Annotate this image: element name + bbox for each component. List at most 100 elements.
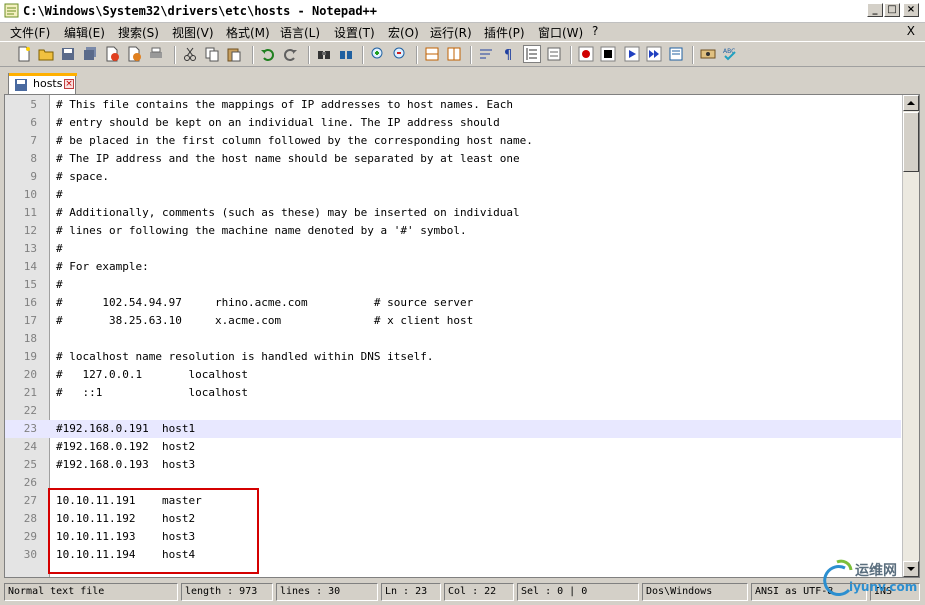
- find-icon[interactable]: [316, 46, 332, 62]
- close-button[interactable]: ×: [903, 3, 919, 17]
- editor-line[interactable]: 28 10.10.11.192 host2: [5, 510, 901, 528]
- tab-close-icon[interactable]: ×: [64, 79, 74, 89]
- line-number: 6: [30, 116, 37, 129]
- menu-view[interactable]: 视图(V): [172, 24, 214, 41]
- cut-icon[interactable]: [182, 46, 198, 62]
- line-text: # This file contains the mappings of IP …: [56, 98, 513, 111]
- user-lang-icon[interactable]: [546, 46, 562, 62]
- menu-search[interactable]: 搜索(S): [118, 24, 159, 41]
- paste-icon[interactable]: [226, 46, 242, 62]
- editor-line[interactable]: 8 # The IP address and the host name shou…: [5, 150, 901, 168]
- menu-file[interactable]: 文件(F): [10, 24, 50, 41]
- undo-icon[interactable]: [260, 46, 276, 62]
- editor-line[interactable]: 27 10.10.11.191 master: [5, 492, 901, 510]
- copy-icon[interactable]: [204, 46, 220, 62]
- editor-line[interactable]: 7 # be placed in the first column followe…: [5, 132, 901, 150]
- minimize-button[interactable]: _: [867, 3, 883, 17]
- menu-run[interactable]: 运行(R): [430, 24, 472, 41]
- play-macro-icon[interactable]: [624, 46, 640, 62]
- editor-area[interactable]: 5 # This file contains the mappings of IP…: [4, 94, 920, 578]
- menu-help[interactable]: ?: [592, 24, 598, 38]
- menu-macro[interactable]: 宏(O): [388, 24, 419, 41]
- watermark: 运维网 iyunv.com: [815, 558, 919, 602]
- line-number: 21: [23, 386, 37, 399]
- line-text: #192.168.0.193 host3: [56, 458, 196, 471]
- save-icon[interactable]: [60, 46, 76, 62]
- editor-line[interactable]: 12 # lines or following the machine name …: [5, 222, 901, 240]
- sync-vertical-icon[interactable]: [424, 46, 440, 62]
- open-file-icon[interactable]: [38, 46, 54, 62]
- vertical-scrollbar[interactable]: [902, 95, 919, 577]
- editor-line[interactable]: 20 # 127.0.0.1 localhost: [5, 366, 901, 384]
- line-number: 12: [23, 224, 37, 237]
- line-number: 5: [30, 98, 37, 111]
- editor-line[interactable]: 15 #: [5, 276, 901, 294]
- line-text: # 102.54.94.97 rhino.acme.com # source s…: [56, 296, 474, 309]
- menu-close-document[interactable]: X: [907, 24, 915, 38]
- zoom-out-icon[interactable]: [392, 46, 408, 62]
- replace-icon[interactable]: [338, 46, 354, 62]
- line-number: 13: [23, 242, 37, 255]
- redo-icon[interactable]: [282, 46, 298, 62]
- tab-hosts[interactable]: hosts ×: [8, 73, 77, 94]
- editor-line[interactable]: 14 # For example:: [5, 258, 901, 276]
- scroll-thumb[interactable]: [903, 112, 919, 172]
- line-number: 17: [23, 314, 37, 327]
- new-file-icon[interactable]: [16, 46, 32, 62]
- scroll-up-button[interactable]: [903, 95, 919, 111]
- menu-edit[interactable]: 编辑(E): [64, 24, 105, 41]
- line-text: # space.: [56, 170, 109, 183]
- show-all-chars-icon[interactable]: ¶: [500, 46, 516, 62]
- save-all-icon[interactable]: [82, 46, 98, 62]
- editor-line[interactable]: 21 # ::1 localhost: [5, 384, 901, 402]
- menu-plugins[interactable]: 插件(P): [484, 24, 525, 41]
- editor-line[interactable]: 11 # Additionally, comments (such as thes…: [5, 204, 901, 222]
- editor-line[interactable]: 24 #192.168.0.192 host2: [5, 438, 901, 456]
- close-all-icon[interactable]: [126, 46, 142, 62]
- editor-line[interactable]: 29 10.10.11.193 host3: [5, 528, 901, 546]
- editor-line[interactable]: 19 # localhost name resolution is handled…: [5, 348, 901, 366]
- line-number: 29: [23, 530, 37, 543]
- tab-bar: hosts ×: [0, 68, 925, 94]
- menu-settings[interactable]: 设置(T): [334, 24, 375, 41]
- watermark-text-en: iyunv.com: [849, 580, 918, 594]
- indent-guide-icon[interactable]: [523, 45, 541, 63]
- record-macro-icon[interactable]: [578, 46, 594, 62]
- editor-line[interactable]: 13 #: [5, 240, 901, 258]
- editor-line[interactable]: 16 # 102.54.94.97 rhino.acme.com # source…: [5, 294, 901, 312]
- editor-line[interactable]: 18: [5, 330, 901, 348]
- editor-line[interactable]: 6 # entry should be kept on an individual…: [5, 114, 901, 132]
- line-number: 8: [30, 152, 37, 165]
- menu-format[interactable]: 格式(M): [226, 24, 270, 41]
- status-ln: Ln : 23: [381, 583, 441, 601]
- editor-line[interactable]: 30 10.10.11.194 host4: [5, 546, 901, 564]
- sync-horizontal-icon[interactable]: [446, 46, 462, 62]
- menu-window[interactable]: 窗口(W): [538, 24, 583, 41]
- close-icon[interactable]: [104, 46, 120, 62]
- spell-check-icon[interactable]: ABC: [722, 46, 738, 62]
- line-number: 28: [23, 512, 37, 525]
- line-text: # entry should be kept on an individual …: [56, 116, 500, 129]
- maximize-button[interactable]: □: [884, 3, 900, 17]
- status-col: Col : 22: [444, 583, 514, 601]
- launch-browser-icon[interactable]: [700, 46, 716, 62]
- line-number: 24: [23, 440, 37, 453]
- menu-language[interactable]: 语言(L): [280, 24, 320, 41]
- run-macro-multiple-icon[interactable]: [646, 46, 662, 62]
- editor-line[interactable]: 25 #192.168.0.193 host3: [5, 456, 901, 474]
- word-wrap-icon[interactable]: [478, 46, 494, 62]
- stop-record-icon[interactable]: [600, 46, 616, 62]
- editor-line[interactable]: 9 # space.: [5, 168, 901, 186]
- editor-line[interactable]: 10 #: [5, 186, 901, 204]
- editor-line[interactable]: 17 # 38.25.63.10 x.acme.com # x client ho…: [5, 312, 901, 330]
- print-icon[interactable]: [148, 46, 164, 62]
- title-bar: C:\Windows\System32\drivers\etc\hosts - …: [0, 0, 925, 23]
- save-macro-icon[interactable]: [668, 46, 684, 62]
- editor-line[interactable]: 22: [5, 402, 901, 420]
- status-bar: Normal text file length : 973 lines : 30…: [0, 580, 925, 605]
- zoom-in-icon[interactable]: [370, 46, 386, 62]
- editor-line[interactable]: 5 # This file contains the mappings of IP…: [5, 96, 901, 114]
- line-number: 20: [23, 368, 37, 381]
- editor-line[interactable]: 23 #192.168.0.191 host1: [5, 420, 901, 438]
- editor-line[interactable]: 26: [5, 474, 901, 492]
